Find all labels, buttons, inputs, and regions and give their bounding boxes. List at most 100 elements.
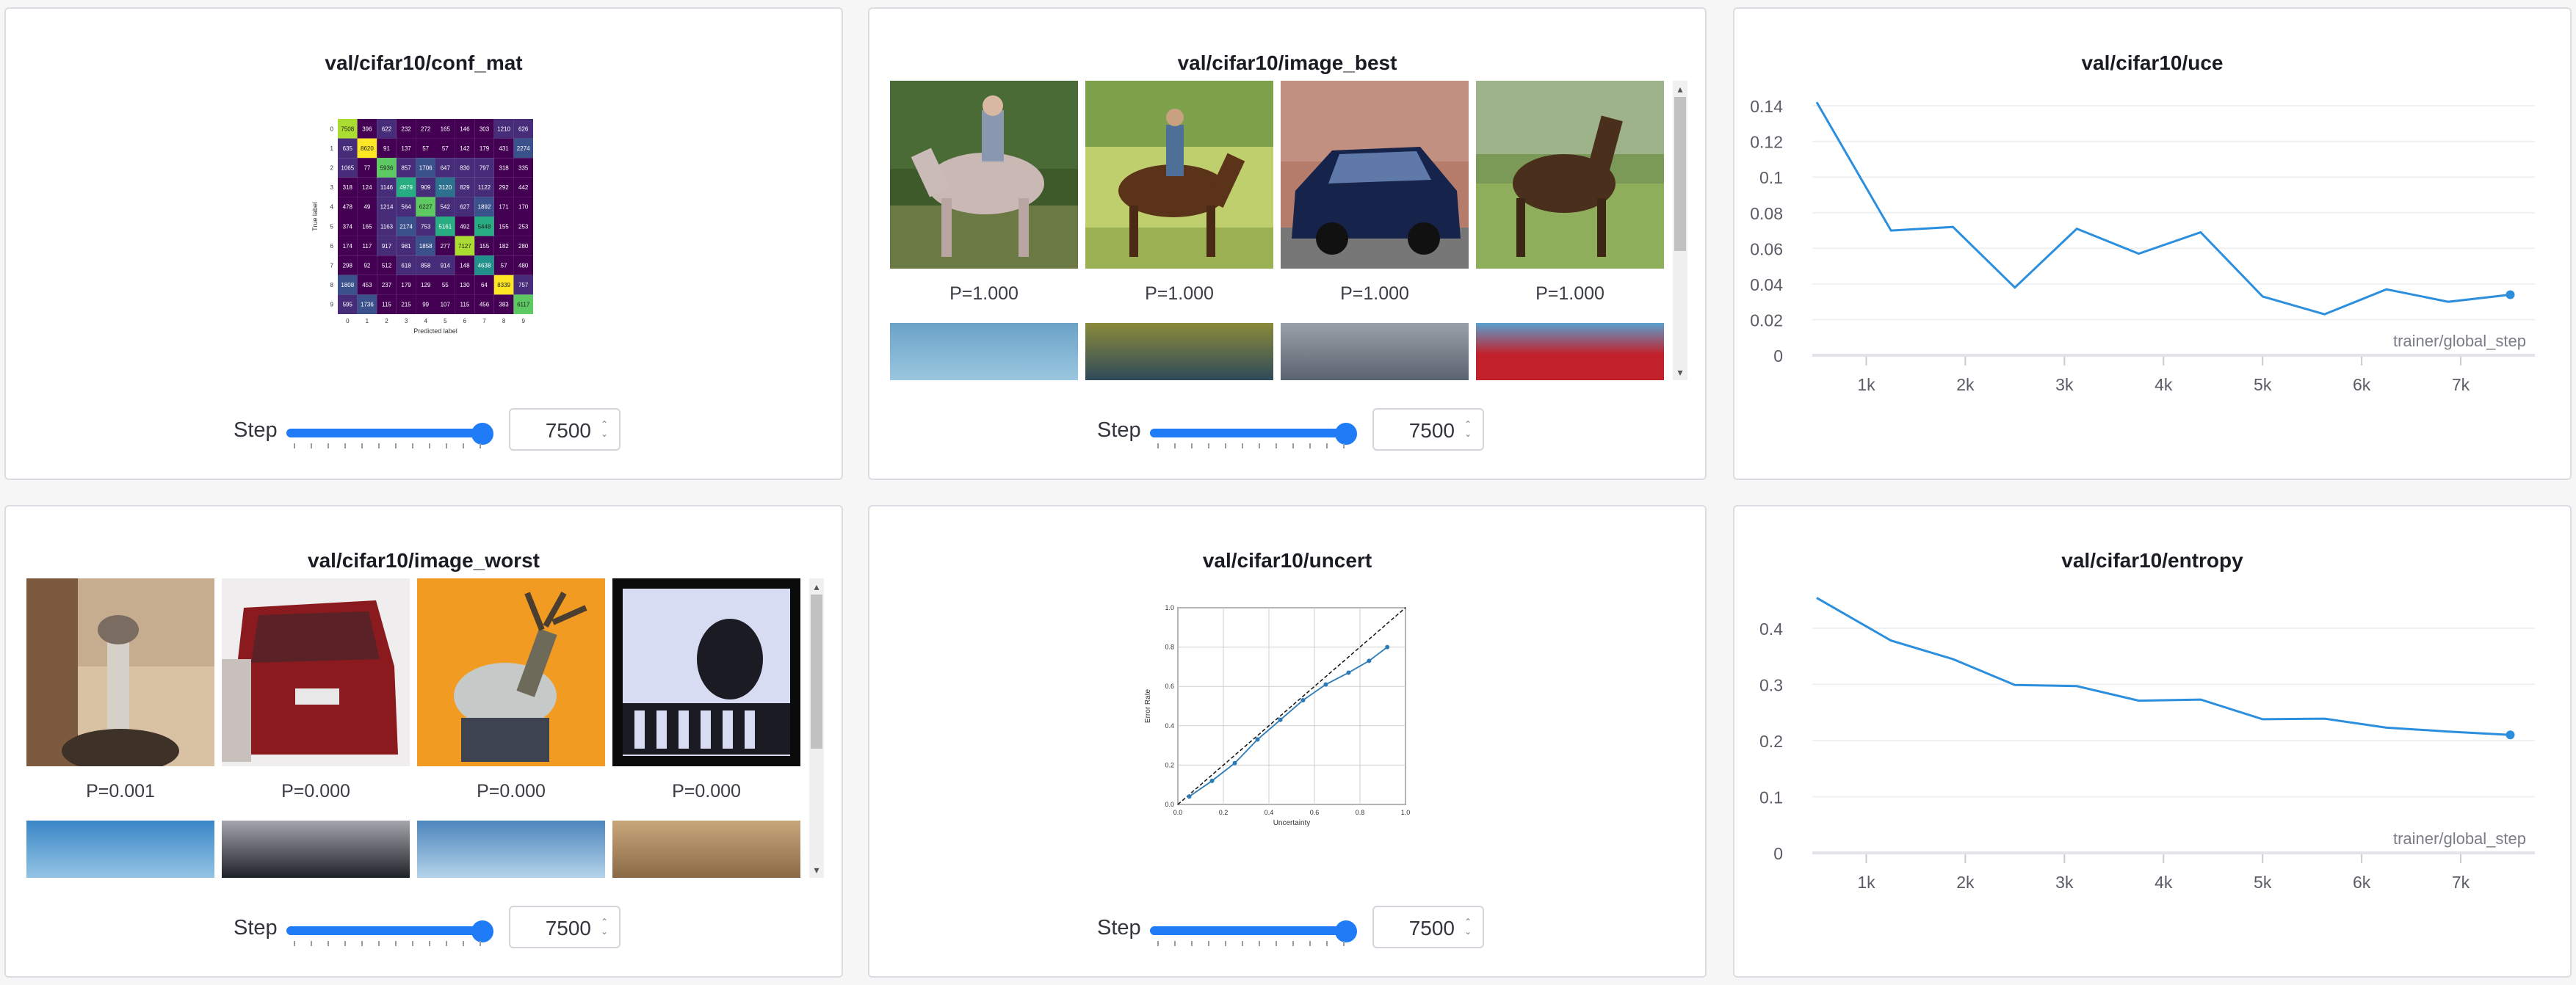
x-tick-label: 7k — [2452, 873, 2470, 892]
step-slider-thumb[interactable] — [1335, 920, 1357, 942]
matrix-cell-value: 1146 — [380, 184, 394, 191]
panel-title: val/cifar10/uncert — [1202, 549, 1372, 572]
slider-tick — [446, 941, 447, 946]
scroll-down-icon[interactable]: ▾ — [811, 863, 822, 876]
scroll-up-icon[interactable]: ▴ — [1674, 82, 1686, 95]
y-tick-label: 0.02 — [1750, 310, 1783, 330]
matrix-cell-value: 1065 — [341, 165, 354, 172]
step-input[interactable]: 7500 ⌃ ⌄ — [509, 906, 621, 948]
matrix-cell-value: 182 — [499, 243, 509, 250]
matrix-cell-value: 5448 — [478, 223, 491, 230]
scroll-up-icon[interactable]: ▴ — [811, 580, 822, 593]
step-slider[interactable] — [1150, 429, 1348, 437]
step-input[interactable]: 7500 ⌃ ⌄ — [509, 408, 621, 451]
matrix-cell-value: 7508 — [341, 126, 354, 132]
series-point — [1278, 717, 1283, 722]
scrollbar-thumb[interactable] — [811, 595, 822, 749]
image-cat-fence — [612, 578, 800, 766]
image-thumb-partial — [890, 323, 1078, 380]
y-tick-label: 0.14 — [1750, 97, 1783, 116]
y-tick-label: 0.2 — [1165, 761, 1174, 768]
matrix-cell-value: 137 — [401, 145, 411, 152]
matrix-cell-value: 1736 — [361, 302, 374, 308]
matrix-y-tick: 3 — [330, 184, 334, 191]
spinner-icon[interactable]: ⌃ ⌄ — [600, 420, 609, 440]
x-tick-label: 0.4 — [1265, 809, 1274, 816]
series-point — [1255, 737, 1260, 742]
panel-image-worst: val/cifar10/image_worst P=0.001 P=0.000 … — [4, 505, 843, 978]
matrix-cell-value: 2174 — [399, 223, 413, 230]
matrix-cell-value: 64 — [481, 282, 488, 288]
matrix-cell-value: 1858 — [419, 243, 433, 250]
image-scrollbar[interactable]: ▴ ▾ — [809, 578, 824, 878]
spinner-icon[interactable]: ⌃ ⌄ — [1464, 917, 1472, 938]
slider-ticks — [1157, 941, 1350, 947]
matrix-cell-value: 396 — [362, 126, 372, 132]
x-tick-label: 0.0 — [1173, 809, 1183, 816]
step-slider[interactable] — [1150, 926, 1348, 935]
scrollbar-thumb[interactable] — [1674, 97, 1686, 251]
step-label: Step — [1097, 916, 1141, 939]
image-scrollbar[interactable]: ▴ ▾ — [1673, 81, 1687, 380]
matrix-cell-value: 374 — [343, 223, 353, 230]
matrix-cell-value: 1214 — [380, 204, 394, 211]
matrix-y-tick: 7 — [330, 263, 334, 269]
matrix-cell-value: 124 — [362, 184, 372, 191]
entropy-line-chart: 0 0.1 0.2 0.3 0.4 1k 2k 3k 4k 5k 6k 7k trainer/globa… — [1759, 597, 2535, 892]
matrix-cell-value: 272 — [421, 126, 431, 132]
step-slider-thumb[interactable] — [471, 423, 493, 445]
matrix-cell-value: 91 — [383, 145, 390, 152]
step-slider-thumb[interactable] — [1335, 423, 1357, 445]
scroll-down-icon[interactable]: ▾ — [1674, 366, 1686, 379]
step-slider[interactable] — [286, 926, 485, 935]
step-input[interactable]: 7500 ⌃ ⌄ — [1372, 408, 1484, 451]
slider-tick — [1242, 443, 1243, 448]
panel-image-best: val/cifar10/image_best P=1.000 P=1.000 P… — [868, 7, 1707, 480]
image-thumb-partial — [1476, 323, 1664, 380]
step-input[interactable]: 7500 ⌃ ⌄ — [1372, 906, 1484, 948]
matrix-cell-value: 4638 — [478, 263, 491, 269]
slider-tick — [311, 941, 312, 946]
spinner-icon[interactable]: ⌃ ⌄ — [1464, 420, 1472, 440]
matrix-y-label: True label — [311, 202, 319, 231]
step-value: 7500 — [545, 917, 591, 939]
matrix-cell-value: 442 — [518, 184, 529, 191]
series-line — [1815, 101, 2511, 316]
image-caption: P=0.000 — [672, 781, 741, 802]
series-last-point — [2506, 290, 2515, 299]
matrix-cell-value: 280 — [518, 243, 529, 250]
slider-tick — [463, 941, 464, 946]
slider-tick — [1259, 941, 1260, 946]
matrix-y-tick: 9 — [330, 302, 334, 308]
matrix-cell-value: 595 — [343, 302, 353, 308]
slider-ticks — [294, 443, 486, 449]
x-tick-label: 3k — [2055, 873, 2074, 892]
matrix-cell-value: 232 — [401, 126, 411, 132]
matrix-cell-value: 797 — [480, 165, 490, 172]
series-point — [1385, 644, 1390, 650]
slider-tick — [1157, 941, 1159, 946]
matrix-cell-value: 564 — [401, 204, 411, 211]
image-horse-rider-1 — [890, 81, 1078, 269]
y-tick-label: 0.8 — [1165, 644, 1174, 651]
matrix-x-tick: 6 — [463, 318, 467, 324]
y-tick-label: 0.08 — [1750, 204, 1783, 223]
slider-tick — [361, 941, 363, 946]
step-slider-thumb[interactable] — [471, 920, 493, 942]
spinner-icon[interactable]: ⌃ ⌄ — [600, 917, 609, 938]
slider-tick — [1157, 443, 1159, 448]
matrix-cell-value: 170 — [518, 204, 529, 211]
series-point — [1323, 682, 1328, 687]
calibration-plot-image: 0.00.0 0.2 0.2 0.4 0.4 0.6 0.6 0.8 0.8 1.0 1.0 Unce… — [1144, 604, 1411, 827]
x-tick-label: 0.2 — [1219, 809, 1229, 816]
y-tick-label: 0.06 — [1750, 239, 1783, 258]
matrix-x-label: Predicted label — [413, 327, 457, 335]
slider-tick — [1343, 941, 1345, 946]
x-tick-label: 1.0 — [1401, 809, 1411, 816]
slider-tick — [344, 443, 346, 448]
slider-tick — [1208, 443, 1209, 448]
matrix-cell-value: 8339 — [497, 282, 510, 288]
matrix-x-tick: 3 — [405, 318, 408, 324]
slider-tick — [1191, 941, 1193, 946]
step-slider[interactable] — [286, 429, 485, 437]
